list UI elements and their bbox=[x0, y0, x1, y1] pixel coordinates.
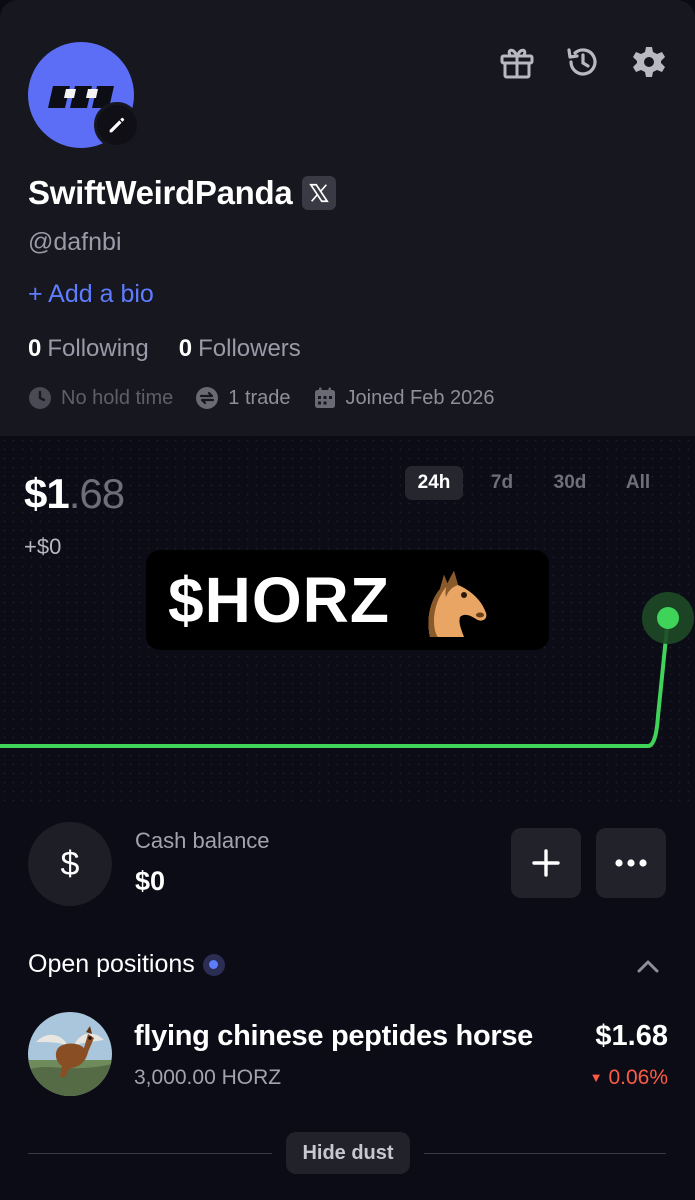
position-amount: 3,000.00 HORZ bbox=[134, 1066, 282, 1089]
hide-dust-row: Hide dust bbox=[28, 1132, 666, 1174]
divider-right bbox=[424, 1153, 666, 1154]
plus-icon bbox=[532, 849, 560, 877]
joined-text: Joined Feb 2026 bbox=[345, 386, 495, 409]
down-arrow-icon: ▼ bbox=[589, 1070, 603, 1085]
followers-count: 0 bbox=[178, 335, 193, 362]
settings-button[interactable] bbox=[631, 44, 667, 80]
username: SwiftWeirdPanda bbox=[28, 174, 293, 211]
x-logo-icon bbox=[309, 183, 330, 203]
portfolio-value-main: $1 bbox=[24, 470, 70, 517]
open-positions-header: Open positions bbox=[28, 950, 225, 979]
range-selector: 24h 7d 30d All bbox=[405, 466, 667, 500]
clock-icon bbox=[29, 387, 51, 409]
username-row: SwiftWeirdPanda bbox=[28, 174, 337, 212]
divider-left bbox=[28, 1153, 272, 1154]
hide-dust-button[interactable]: Hide dust bbox=[286, 1132, 410, 1174]
hold-time-text: No hold time bbox=[61, 386, 174, 409]
joined-item: Joined Feb 2026 bbox=[313, 386, 495, 410]
calendar-icon bbox=[314, 387, 335, 408]
gift-button[interactable] bbox=[499, 44, 535, 80]
followers-label: Followers bbox=[198, 335, 301, 362]
add-cash-button[interactable] bbox=[511, 828, 581, 898]
status-dot-icon bbox=[202, 953, 225, 976]
gear-icon bbox=[633, 47, 665, 77]
range-30d[interactable]: 30d bbox=[541, 466, 599, 500]
horse-emoji-icon bbox=[428, 571, 487, 637]
range-7d[interactable]: 7d bbox=[473, 466, 531, 500]
token-image bbox=[28, 1012, 112, 1096]
more-options-button[interactable] bbox=[596, 828, 666, 898]
collapse-positions-button[interactable] bbox=[633, 952, 663, 982]
current-point bbox=[657, 607, 679, 629]
profile-meta: No hold time 1 trade Joined Feb 2026 bbox=[28, 386, 517, 410]
position-value: $1.68 bbox=[595, 1020, 668, 1052]
ticker-overlay: $HORZ bbox=[146, 550, 549, 650]
more-horizontal-icon bbox=[615, 859, 647, 867]
add-bio-link[interactable]: + Add a bio bbox=[28, 280, 154, 309]
following-stat[interactable]: 0 Following bbox=[28, 335, 149, 363]
following-count: 0 bbox=[28, 335, 42, 362]
user-handle: @dafnbi bbox=[28, 228, 122, 256]
gift-icon bbox=[500, 48, 534, 79]
hold-time-item: No hold time bbox=[28, 386, 173, 410]
portfolio-value: $1.68 bbox=[24, 470, 125, 518]
position-change-text: 0.06% bbox=[608, 1066, 668, 1089]
header-actions bbox=[499, 44, 667, 80]
followers-stat[interactable]: 0 Followers bbox=[179, 335, 301, 363]
chevron-up-icon bbox=[637, 960, 659, 973]
trades-item: 1 trade bbox=[195, 386, 291, 410]
flying-horse-token-icon bbox=[28, 1012, 112, 1096]
profile-screen: SwiftWeirdPanda @dafnbi + Add a bio 0 Fol… bbox=[0, 0, 695, 1200]
ticker-text: $HORZ bbox=[168, 564, 390, 636]
cash-balance-value: $0 bbox=[135, 866, 166, 896]
following-label: Following bbox=[47, 335, 149, 362]
cash-balance-label: Cash balance bbox=[135, 828, 270, 853]
portfolio-change: +$0 bbox=[24, 534, 62, 559]
x-link-button[interactable] bbox=[302, 176, 337, 210]
history-button[interactable] bbox=[565, 44, 601, 80]
position-row[interactable]: flying chinese peptides horse 3,000.00 H… bbox=[28, 1012, 668, 1096]
cash-icon: $ bbox=[28, 822, 112, 906]
edit-avatar-button[interactable] bbox=[94, 102, 140, 148]
position-name: flying chinese peptides horse bbox=[134, 1020, 534, 1052]
portfolio-value-cents: .68 bbox=[68, 470, 125, 517]
follow-stats: 0 Following 0 Followers bbox=[28, 335, 301, 363]
history-icon bbox=[567, 48, 597, 76]
trades-text: 1 trade bbox=[228, 386, 291, 409]
swap-icon bbox=[196, 387, 219, 409]
range-24h[interactable]: 24h bbox=[405, 466, 463, 500]
position-change: ▼ 0.06% bbox=[590, 1066, 668, 1090]
open-positions-title: Open positions bbox=[28, 950, 195, 978]
pencil-icon bbox=[109, 117, 125, 133]
range-all[interactable]: All bbox=[609, 466, 667, 500]
